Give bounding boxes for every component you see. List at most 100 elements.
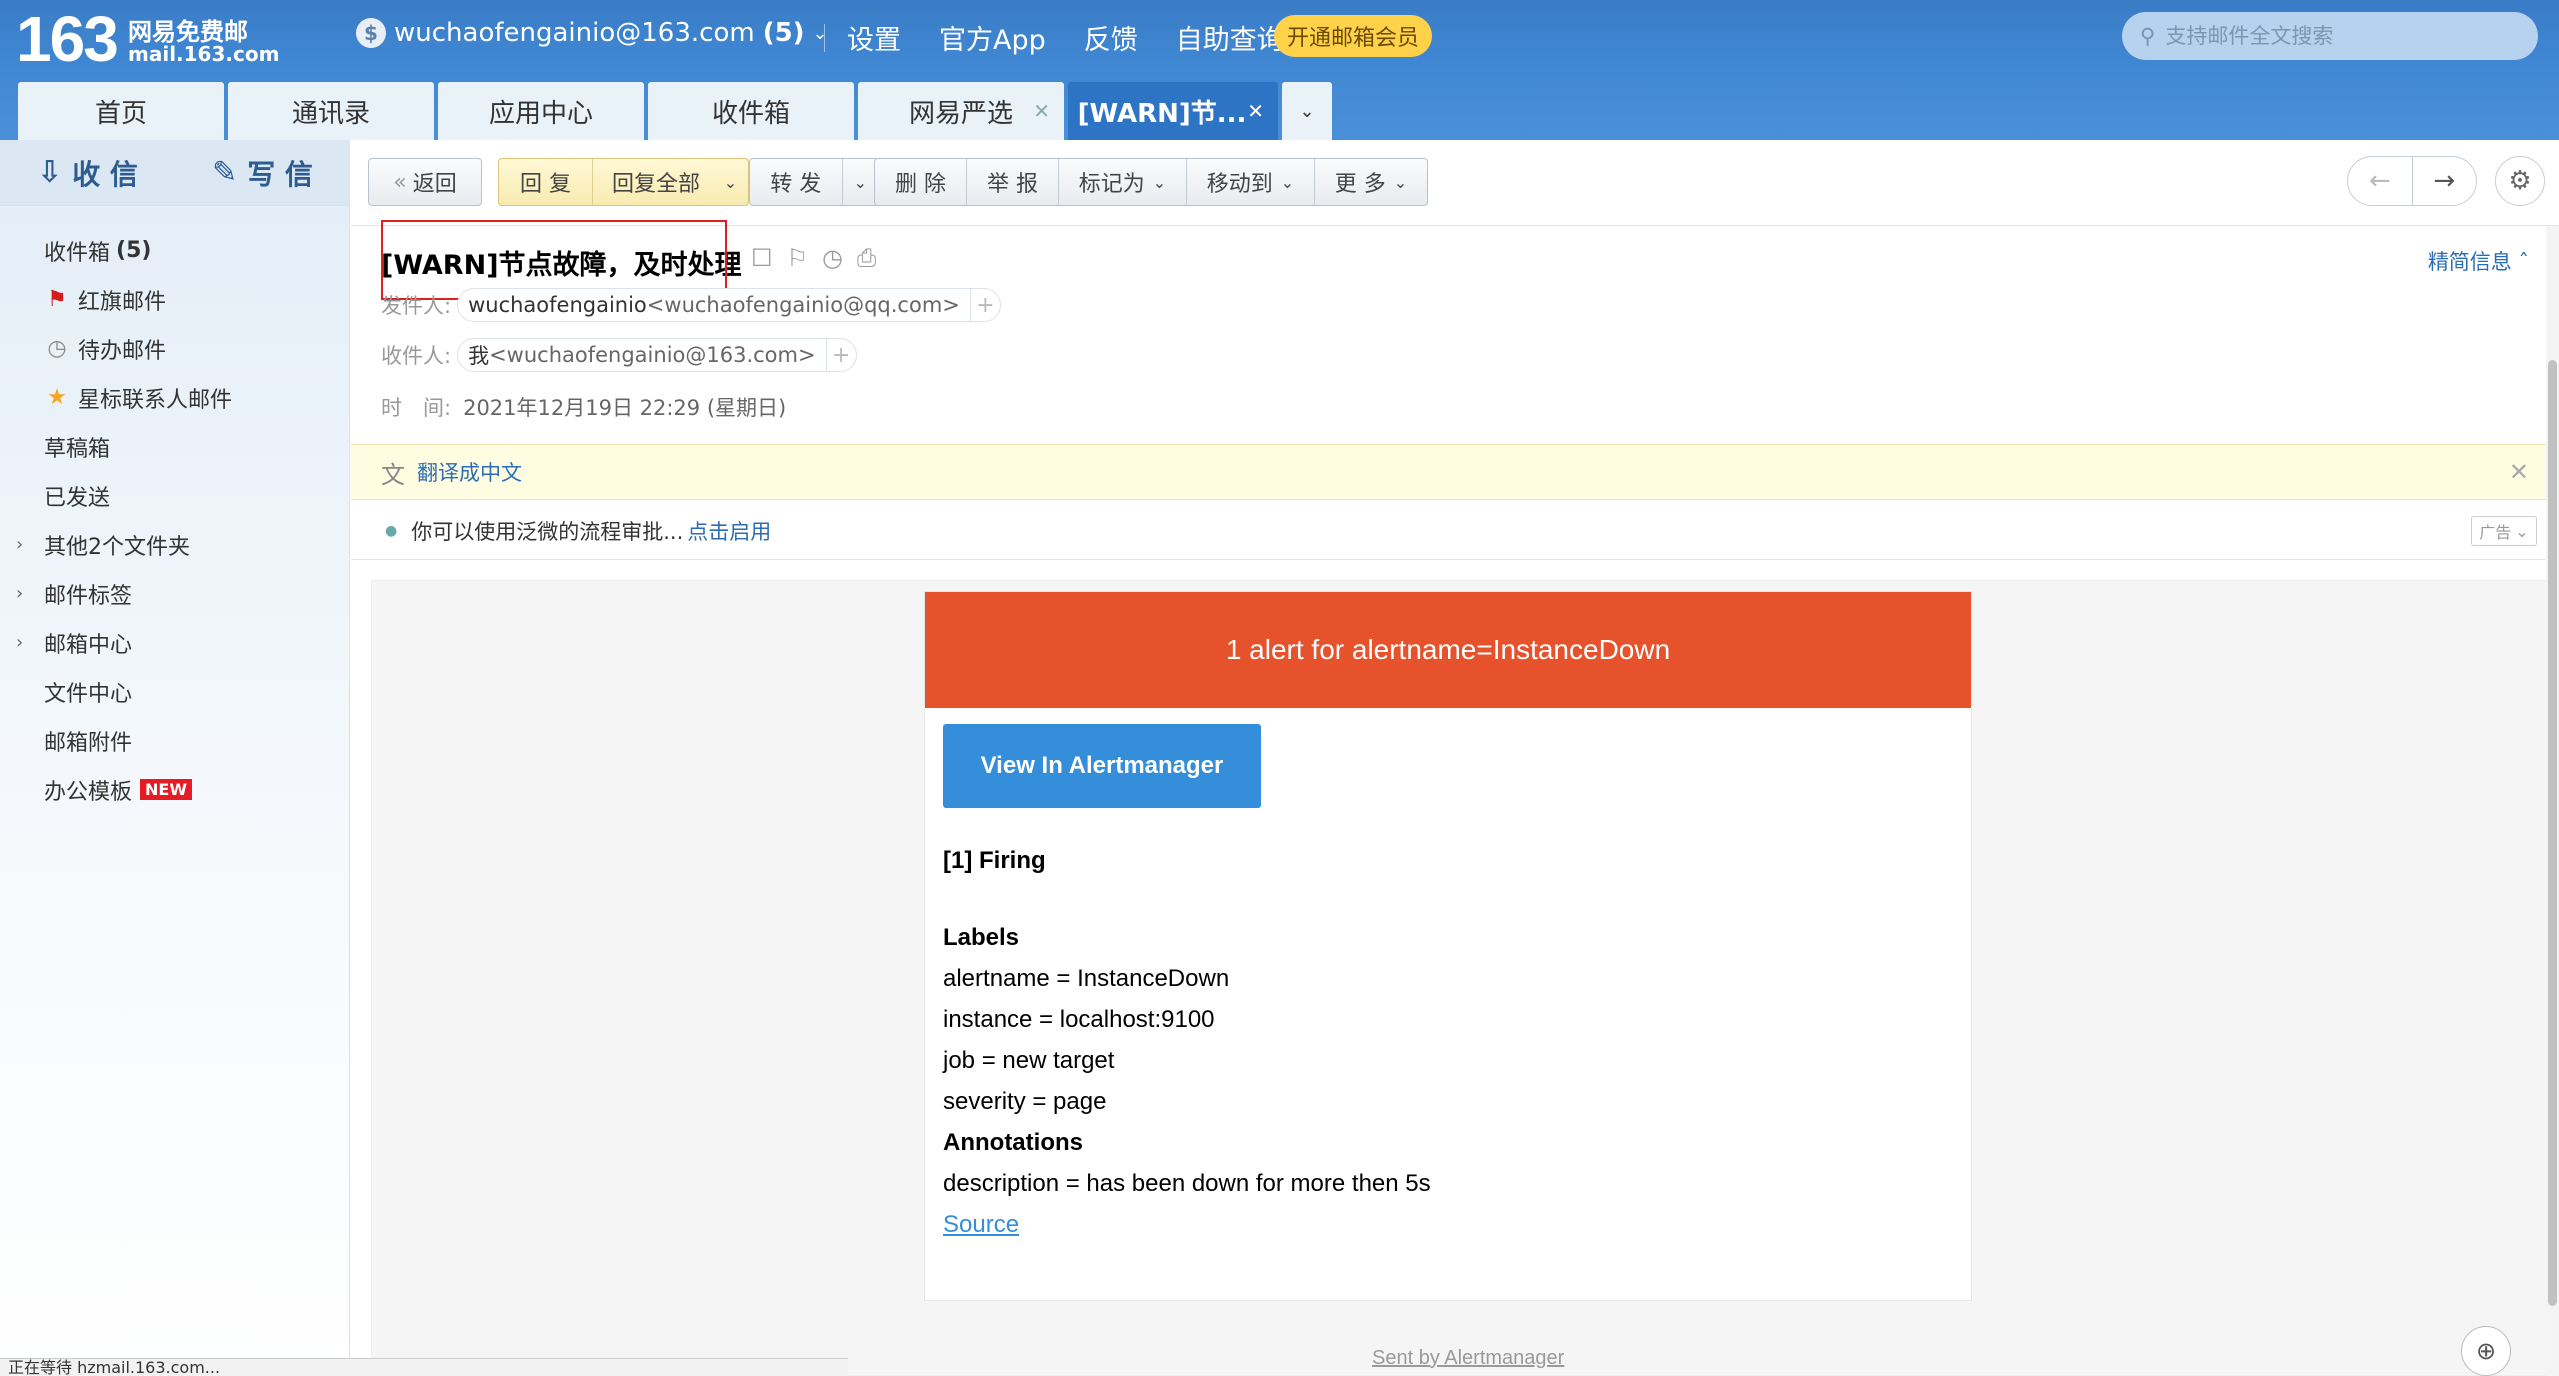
recipient-chip[interactable]: 我 <wuchaofengainio@163.com> + [457,338,857,372]
chevron-down-icon: ⌄ [723,172,738,192]
sidebar-item-templates[interactable]: 办公模板 NEW [0,765,350,814]
sidebar-item-label: 其他2个文件夹 [44,534,190,560]
sender-chip[interactable]: wuchaofengainio <wuchaofengainio@qq.com>… [457,288,1001,322]
chevron-right-icon: › [16,583,24,604]
vip-button[interactable]: 开通邮箱会员 [1274,15,1432,57]
recipient-email: <wuchaofengainio@163.com> [489,343,816,367]
sidebar-item-label: 邮件标签 [44,583,133,609]
close-icon[interactable]: ✕ [1033,99,1050,123]
clock-icon[interactable]: ◷ [822,244,843,272]
sidebar-item-label: 文件中心 [44,681,133,707]
tab-contacts[interactable]: 通讯录 [228,82,434,140]
sidebar-item-label: 星标联系人邮件 [78,387,233,413]
close-icon[interactable]: ✕ [2509,458,2529,486]
ad-bar: ● 你可以使用泛微的流程审批... 点击启用 广告 ⌄ [351,502,2547,560]
sidebar-item-label: 待办邮件 [78,338,167,364]
sent-by-link[interactable]: Sent by Alertmanager [1372,1347,1564,1370]
mark-as-button[interactable]: 标记为 ⌄ [1059,159,1187,205]
nav-app[interactable]: 官方App [939,18,1046,57]
tab-home[interactable]: 首页 [18,82,224,140]
flag-icon[interactable]: ⚐ [787,244,809,272]
forward-group: 转 发 ⌄ [749,158,879,206]
sidebar-item-label: 已发送 [44,485,111,511]
tab-label: [WARN]节... [1077,98,1247,129]
move-to-button[interactable]: 移动到 ⌄ [1187,159,1315,205]
bookmark-icon[interactable]: ☐ [751,244,773,272]
annotation-line: description = has been down for more the… [943,1170,1431,1197]
search-input[interactable] [2165,24,2506,48]
sidebar-item-drafts[interactable]: 草稿箱 [0,422,350,471]
reply-button[interactable]: 回 复 [499,159,593,205]
sidebar-item-mail-center[interactable]: › 邮箱中心 [0,618,350,667]
sidebar-item-file-center[interactable]: 文件中心 [0,667,350,716]
reply-dropdown[interactable]: ⌄ [713,158,749,206]
tab-current-mail[interactable]: [WARN]节... ✕ [1068,82,1278,140]
forward-button[interactable]: 转 发 [750,159,843,205]
sidebar-item-starred[interactable]: ★ 星标联系人邮件 [0,373,350,422]
top-nav: 设置 官方App 反馈 自助查询 [824,18,1322,57]
reply-group: 回 复 回复全部 [498,158,720,206]
view-alertmanager-button[interactable]: View In Alertmanager [943,724,1261,808]
chevron-down-icon: ⌄ [2515,521,2529,541]
move-to-label: 移动到 [1206,172,1273,197]
gear-icon[interactable]: ⚙ [2495,156,2545,206]
tab-app-center[interactable]: 应用中心 [438,82,644,140]
tab-more[interactable]: ⌄ [1282,82,1332,140]
close-icon[interactable]: ✕ [1247,99,1264,123]
receive-label: 收 信 [72,157,138,191]
tab-yanxuan[interactable]: 网易严选 ✕ [858,82,1064,140]
firing-heading: [1] Firing [943,847,1046,874]
add-contact-icon[interactable]: + [969,289,1000,321]
back-label: 返回 [412,172,457,197]
nav-feedback[interactable]: 反馈 [1084,18,1138,57]
tab-inbox[interactable]: 收件箱 [648,82,854,140]
nav-settings[interactable]: 设置 [847,18,901,57]
search-box[interactable]: ⚲ [2122,12,2538,60]
brief-info-toggle[interactable]: 精简信息 ˆ [2428,246,2529,276]
add-contact-icon[interactable]: + [825,339,856,371]
account-email: wuchaofengainio@163.com [394,18,755,48]
browser-status-bar: 正在等待 hzmail.163.com... [0,1358,848,1376]
sidebar-item-attachments[interactable]: 邮箱附件 [0,716,350,765]
scrollbar-thumb[interactable] [2548,360,2557,1306]
sidebar-item-todo[interactable]: ◷ 待办邮件 [0,324,350,373]
back-button[interactable]: « 返回 [368,158,482,206]
sidebar-item-label: 邮箱附件 [44,730,133,756]
sidebar-item-label: 草稿箱 [44,436,111,462]
sidebar-item-flagged[interactable]: ⚑ 红旗邮件 [0,275,350,324]
chevron-right-icon: › [16,632,24,653]
zoom-in-icon[interactable]: ⊕ [2461,1326,2511,1376]
translate-link[interactable]: 翻译成中文 [417,457,522,487]
vertical-scrollbar[interactable] [2546,226,2559,1376]
ad-tag[interactable]: 广告 ⌄ [2471,516,2537,546]
sidebar-item-tags[interactable]: › 邮件标签 [0,569,350,618]
sidebar-item-label: 红旗邮件 [78,289,167,315]
reply-all-button[interactable]: 回复全部 [593,159,719,205]
translate-icon: 文 [381,460,405,489]
more-button[interactable]: 更 多 ⌄ [1315,159,1427,205]
time-label: 时 间: [381,396,452,420]
report-button[interactable]: 举 报 [967,159,1059,205]
sender-name: wuchaofengainio [468,293,647,317]
sidebar-item-sent[interactable]: 已发送 [0,471,350,520]
receive-button[interactable]: ⇩ 收 信 [0,140,175,205]
sidebar-item-inbox[interactable]: 收件箱 (5) [0,226,350,275]
account-count: (5) [762,18,805,48]
sidebar-item-other-folders[interactable]: › 其他2个文件夹 [0,520,350,569]
prev-mail-arrow-icon[interactable]: ← [2348,157,2413,205]
forward-dropdown-chevron-icon[interactable]: ⌄ [843,159,878,205]
new-badge: NEW [140,779,192,800]
next-mail-arrow-icon[interactable]: → [2413,157,2477,205]
delete-button[interactable]: 删 除 [875,159,967,205]
back-arrow-icon: « [393,169,407,195]
nav-self-service[interactable]: 自助查询 [1176,18,1284,57]
ad-link[interactable]: 点击启用 [687,516,771,546]
compose-button[interactable]: ✎ 写 信 [175,140,350,205]
clock-icon: ◷ [47,336,67,361]
label-line: alertname = InstanceDown [943,965,1230,992]
source-link[interactable]: Source [943,1211,1019,1239]
subject-actions: ☐ ⚐ ◷ ⎙ [751,244,876,272]
account-menu[interactable]: $ wuchaofengainio@163.com (5) ⌄ [356,18,828,48]
download-icon: ⇩ [37,155,63,190]
print-icon[interactable]: ⎙ [857,244,876,272]
